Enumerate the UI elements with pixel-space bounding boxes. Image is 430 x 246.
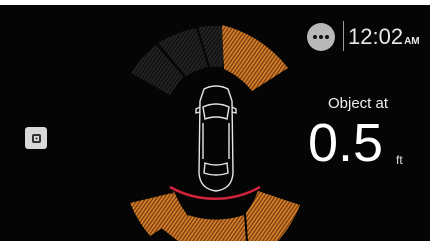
object-distance-label: Object at [327,95,389,112]
clock: 12:02AM [348,23,420,56]
clock-ampm: AM [404,36,420,47]
more-horizontal-icon-dot [319,35,323,39]
more-horizontal-icon [313,35,317,39]
rear-sensor-zones [130,185,300,241]
parking-sensor-screen: 12:02AM Object at 0.5 ft [0,5,430,241]
rear-zone-3 [186,215,246,241]
clock-time: 12:02 [348,24,404,49]
camera-view-button[interactable] [25,127,47,149]
object-distance-value: 0.5 [308,113,384,173]
front-zone-4 [222,25,288,91]
vehicle-outline-icon [195,85,237,192]
object-distance-unit: ft [396,153,403,167]
more-horizontal-icon-dot [325,35,329,39]
rear-zone-4 [246,191,300,241]
rear-proximity-line [169,185,261,201]
status-divider [343,21,344,51]
options-button[interactable] [307,23,335,51]
camera-view-icon [31,133,41,143]
front-sensor-zones [131,25,288,95]
